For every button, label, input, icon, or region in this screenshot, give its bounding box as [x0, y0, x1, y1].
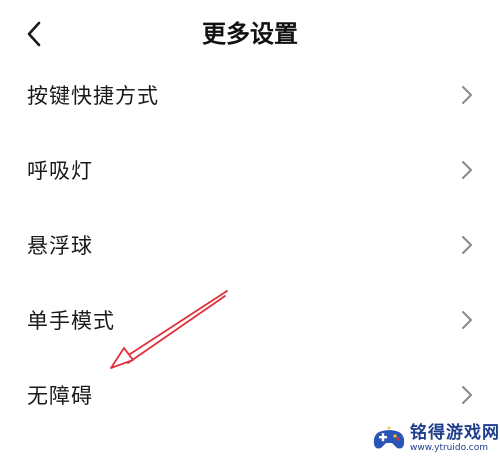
settings-item-label: 无障碍 — [27, 383, 93, 408]
gamepad-logo-icon — [373, 425, 405, 448]
settings-item-label: 悬浮球 — [27, 233, 93, 258]
settings-item-label: 呼吸灯 — [27, 158, 93, 183]
settings-item-breathing-light[interactable]: 呼吸灯 — [0, 132, 500, 207]
settings-item-floating-ball[interactable]: 悬浮球 — [0, 207, 500, 282]
chevron-right-icon — [460, 84, 474, 106]
watermark-name: 铭得游戏网 — [410, 422, 500, 443]
settings-item-label: 单手模式 — [27, 308, 115, 333]
chevron-right-icon — [460, 234, 474, 256]
chevron-right-icon — [460, 309, 474, 331]
chevron-right-icon — [460, 159, 474, 181]
watermark-url: www.ytruido.com — [410, 442, 489, 453]
settings-list: 按键快捷方式 呼吸灯 悬浮球 单手模式 无障碍 — [0, 57, 500, 432]
chevron-right-icon — [460, 384, 474, 406]
settings-item-one-hand-mode[interactable]: 单手模式 — [0, 282, 500, 357]
settings-item-label: 按键快捷方式 — [27, 83, 159, 108]
watermark: 铭得游戏网 www.ytruido.com — [372, 420, 500, 457]
settings-item-button-shortcuts[interactable]: 按键快捷方式 — [0, 57, 500, 132]
